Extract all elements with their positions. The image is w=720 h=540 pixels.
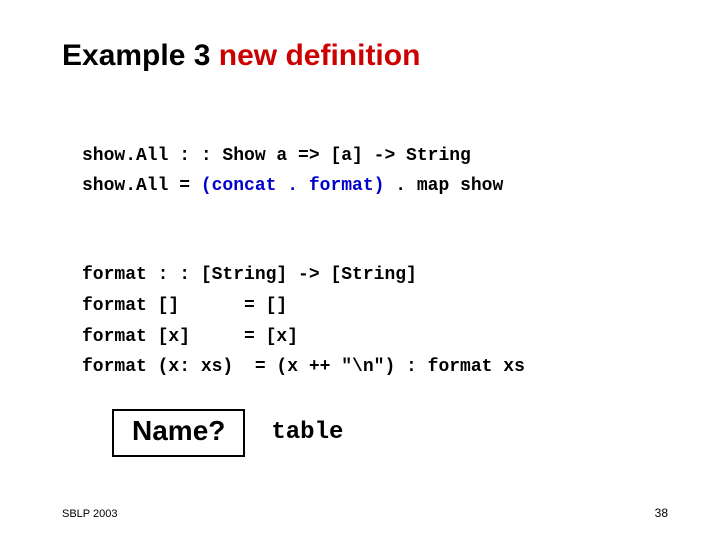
question-row: Name? table <box>112 409 658 457</box>
code-line-def3: format [x] = [x] <box>82 327 298 347</box>
code-line-def1b: (concat . format) <box>201 176 385 196</box>
code-line-sig2: format : : [String] -> [String] <box>82 265 417 285</box>
footer-conference: SBLP 2003 <box>62 508 117 520</box>
question-text: Name? <box>132 415 225 446</box>
answer-text: table <box>271 419 343 446</box>
code-line-def2: format [] = [] <box>82 296 287 316</box>
title-prefix: Example 3 <box>62 39 219 72</box>
footer-page-number: 38 <box>655 506 668 520</box>
title-highlight: new definition <box>219 39 421 72</box>
slide: Example 3 new definition show.All : : Sh… <box>0 0 720 540</box>
slide-title: Example 3 new definition <box>62 38 658 74</box>
code-block-2: format : : [String] -> [String] format [… <box>82 230 658 383</box>
code-line-def1a: show.All = <box>82 176 201 196</box>
code-line-sig1: show.All : : Show a => [a] -> String <box>82 146 471 166</box>
question-box: Name? <box>112 409 245 457</box>
code-block-1: show.All : : Show a => [a] -> String sho… <box>82 110 658 202</box>
code-line-def1c: . map show <box>384 176 503 196</box>
code-line-def4: format (x: xs) = (x ++ "\n") : format xs <box>82 357 525 377</box>
